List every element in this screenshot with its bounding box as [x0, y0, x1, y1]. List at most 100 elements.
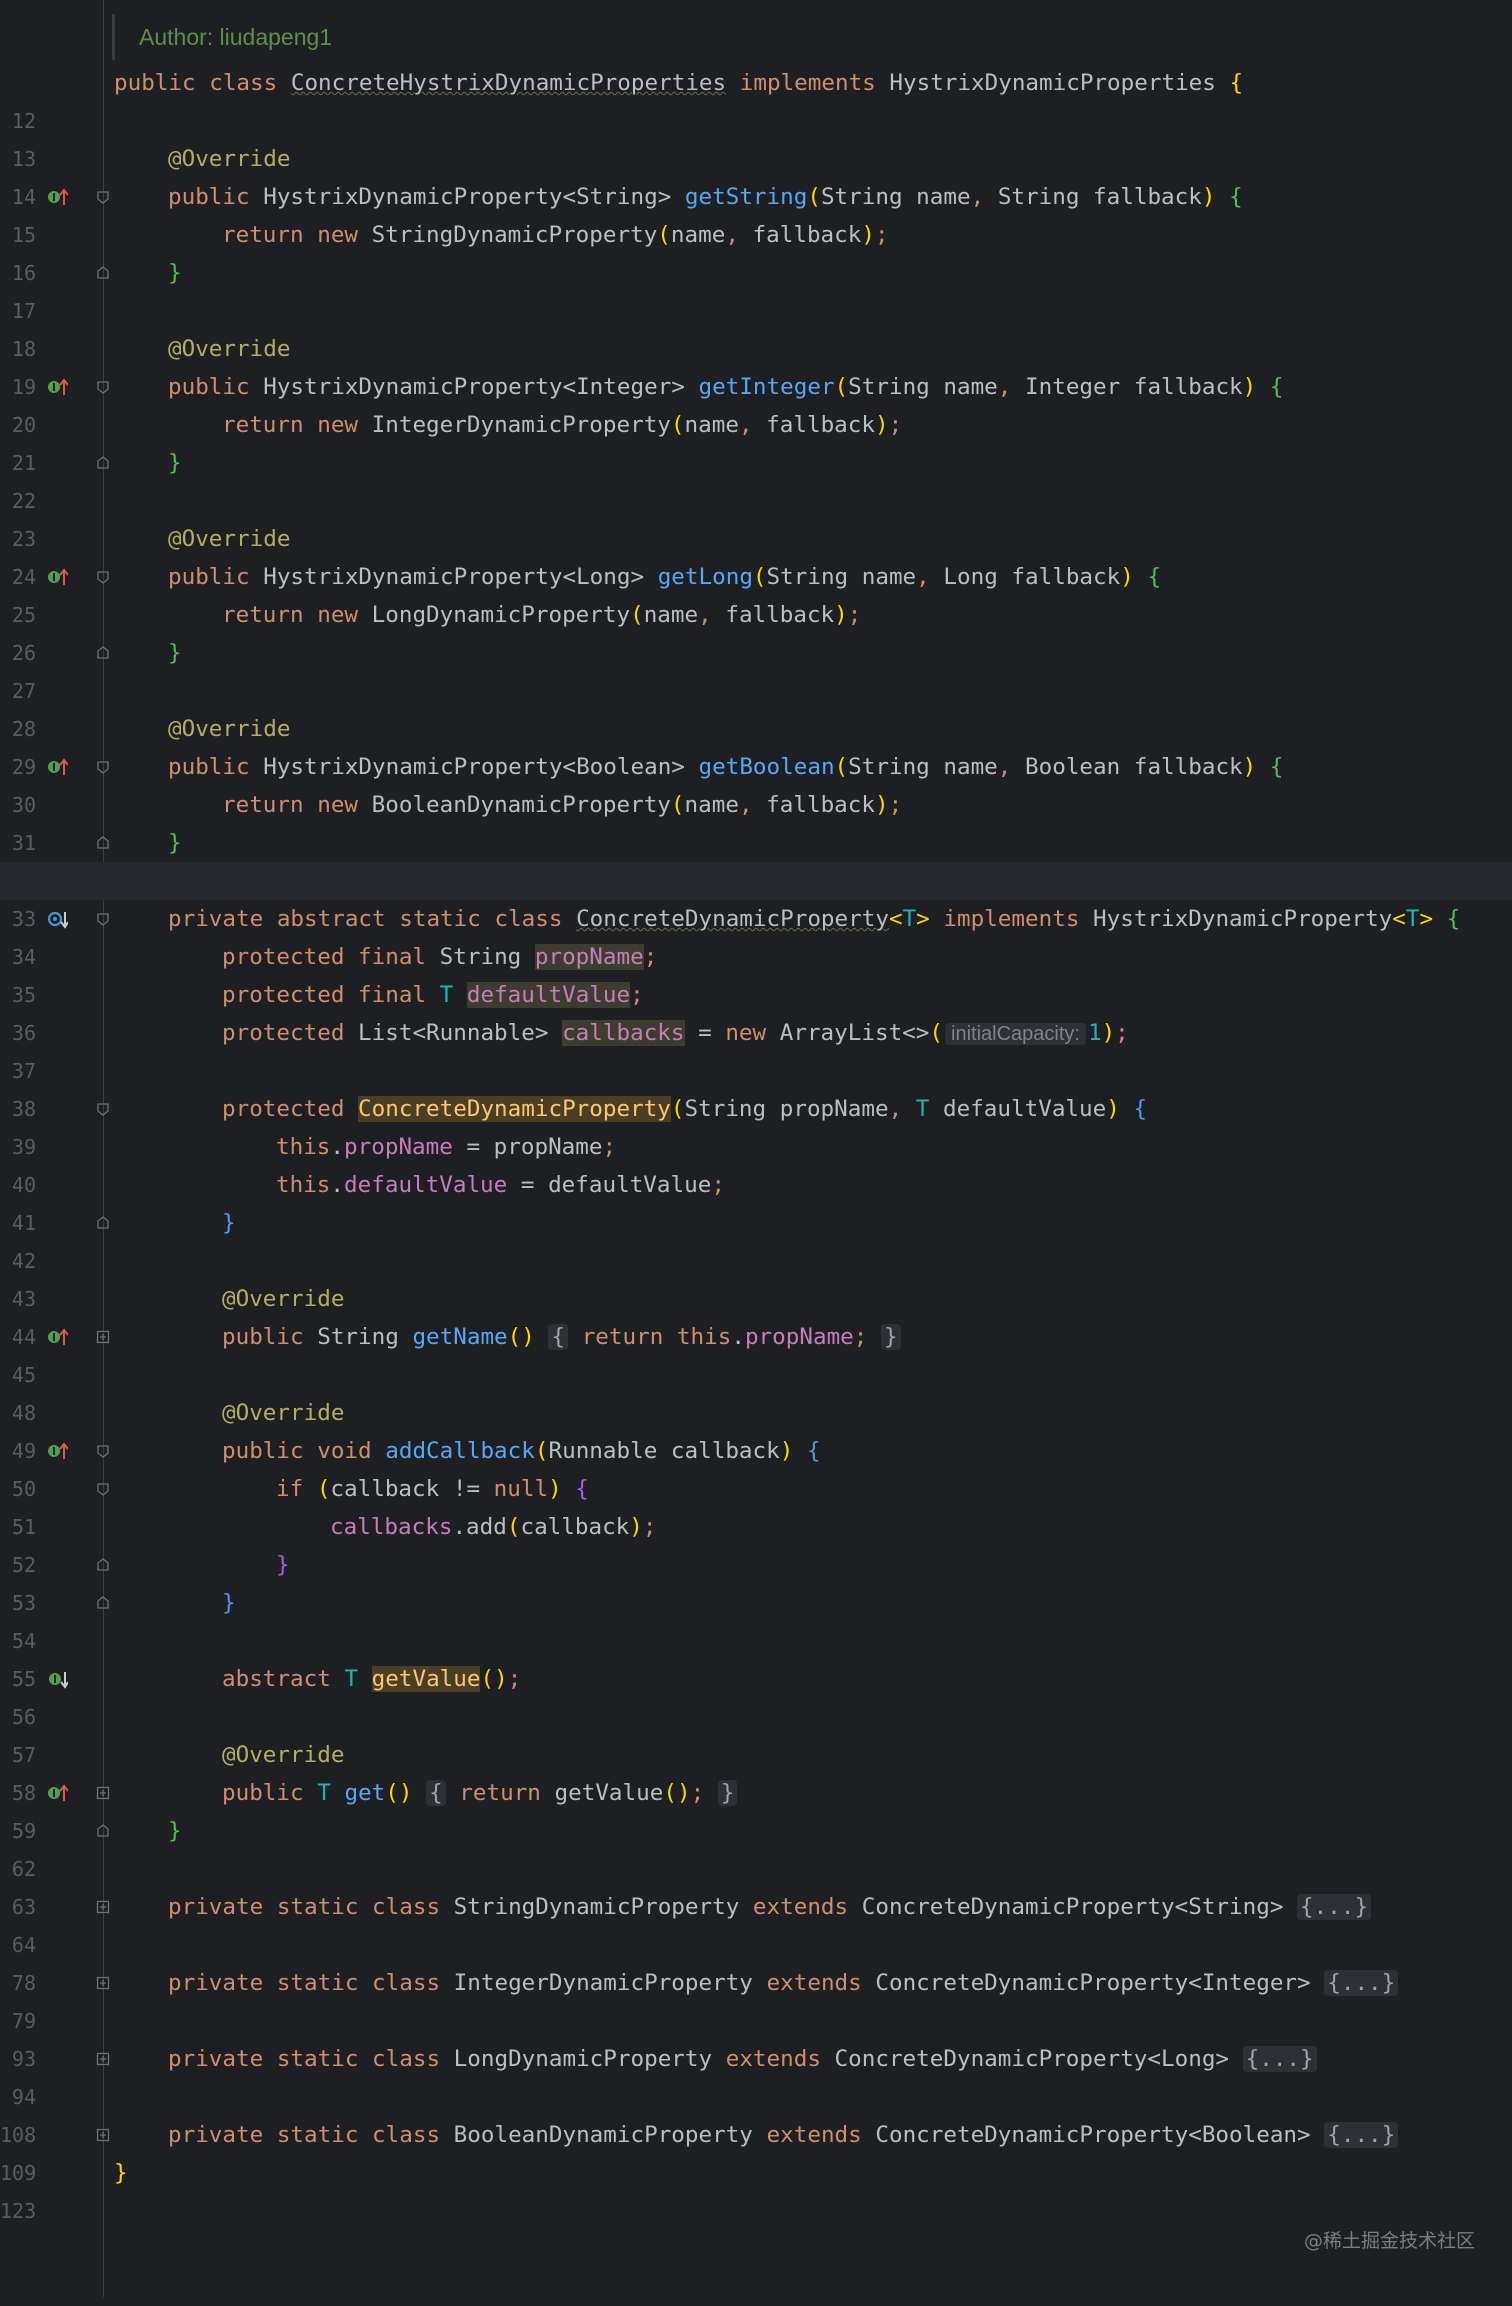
code-line[interactable]: 31 return new BooleanDynamicProperty(nam…: [0, 786, 1512, 855]
code-line[interactable]: 51 if (callback != null) {: [0, 1470, 1512, 1539]
code-line[interactable]: 52 callbacks.add(callback);: [0, 1508, 1512, 1577]
code-line[interactable]: 21 return new IntegerDynamicProperty(nam…: [0, 406, 1512, 475]
fold-end-icon[interactable]: [96, 1216, 110, 1230]
fold-end-icon[interactable]: [96, 266, 110, 280]
code-line[interactable]: 59 public T get() { return getValue(); }: [0, 1774, 1512, 1843]
code-line[interactable]: 15 public HystrixDynamicProperty<String>…: [0, 178, 1512, 247]
code-line[interactable]: 50 public void addCallback(Runnable call…: [0, 1432, 1512, 1501]
code-line[interactable]: 63: [0, 1850, 1512, 1919]
unfold-icon[interactable]: [96, 1900, 110, 1914]
code-line[interactable]: 18: [0, 292, 1512, 361]
code-line[interactable]: 49 @Override: [0, 1394, 1512, 1463]
code-line[interactable]: 41 this.defaultValue = defaultValue;: [0, 1166, 1512, 1235]
code-line[interactable]: 54 }: [0, 1584, 1512, 1653]
code-line[interactable]: 25 public HystrixDynamicProperty<Long> g…: [0, 558, 1512, 627]
code-line[interactable]: 123 }: [0, 2154, 1512, 2223]
author-inlay-hint[interactable]: Author: liudapeng1: [112, 14, 332, 60]
unfold-icon[interactable]: [96, 1976, 110, 1990]
fold-end-icon[interactable]: [96, 456, 110, 470]
code-line[interactable]: 39 protected ConcreteDynamicProperty(Str…: [0, 1090, 1512, 1159]
code-line[interactable]: 17 }: [0, 254, 1512, 323]
code-line[interactable]: 55: [0, 1622, 1512, 1691]
code-line[interactable]: 20 public HystrixDynamicProperty<Integer…: [0, 368, 1512, 437]
unfold-icon[interactable]: [96, 2052, 110, 2066]
override-gutter-icon[interactable]: [47, 1327, 68, 1347]
override-gutter-icon[interactable]: [47, 187, 68, 207]
code-line[interactable]: 19 @Override: [0, 330, 1512, 399]
line-code: }: [222, 1590, 236, 1616]
code-line[interactable]: 13: [0, 102, 1512, 171]
code-line[interactable]: 78: [0, 1926, 1512, 1995]
unfold-icon[interactable]: [96, 1786, 110, 1800]
code-line[interactable]: 42 }: [0, 1204, 1512, 1273]
code-line[interactable]: 22 }: [0, 444, 1512, 513]
fold-end-icon[interactable]: [96, 1824, 110, 1838]
code-line[interactable]: 16 return new StringDynamicProperty(name…: [0, 216, 1512, 285]
code-line[interactable]: 23: [0, 482, 1512, 551]
code-line[interactable]: 14 @Override: [0, 140, 1512, 209]
fold-icon[interactable]: [96, 190, 110, 204]
code-line[interactable]: 79 private static class IntegerDynamicPr…: [0, 1964, 1512, 2033]
code-line[interactable]: 36 protected final T defaultValue;: [0, 976, 1512, 1045]
code-line[interactable]: 57: [0, 1698, 1512, 1767]
fold-icon[interactable]: [96, 1102, 110, 1116]
implemented-gutter-icon[interactable]: [47, 909, 68, 929]
line-code: this.defaultValue = defaultValue;: [276, 1172, 725, 1198]
fold-end-icon[interactable]: [96, 646, 110, 660]
override-gutter-icon[interactable]: [47, 1441, 68, 1461]
code-line[interactable]: 34 private abstract static class Concret…: [0, 900, 1512, 969]
code-line[interactable]: 94 private static class LongDynamicPrope…: [0, 2040, 1512, 2109]
code-line[interactable]: 12 public class ConcreteHystrixDynamicPr…: [0, 64, 1512, 133]
line-number: 123: [0, 2199, 37, 2223]
code-line[interactable]: 44 @Override: [0, 1280, 1512, 1349]
code-line[interactable]: 48: [0, 1356, 1512, 1425]
code-line[interactable]: 58 @Override: [0, 1736, 1512, 1805]
code-line[interactable]: 28: [0, 672, 1512, 741]
fold-icon[interactable]: [96, 380, 110, 394]
fold-icon[interactable]: [96, 912, 110, 926]
fold-end-icon[interactable]: [96, 1596, 110, 1610]
code-line[interactable]: 29 @Override: [0, 710, 1512, 779]
unfold-icon[interactable]: [96, 1330, 110, 1344]
code-line[interactable]: 56 abstract T getValue();: [0, 1660, 1512, 1729]
code-line[interactable]: 24 @Override: [0, 520, 1512, 589]
line-code: private static class StringDynamicProper…: [168, 1888, 1372, 1926]
override-gutter-icon[interactable]: [47, 757, 68, 777]
code-line[interactable]: 37 protected List<Runnable> callbacks = …: [0, 1014, 1512, 1083]
implemented-by-gutter-icon[interactable]: [47, 1669, 68, 1689]
fold-icon[interactable]: [96, 1444, 110, 1458]
line-code: }: [168, 260, 182, 286]
code-line[interactable]: 38: [0, 1052, 1512, 1121]
code-line[interactable]: 40 this.propName = propName;: [0, 1128, 1512, 1197]
code-line[interactable]: 45 public String getName() { return this…: [0, 1318, 1512, 1387]
override-gutter-icon[interactable]: [47, 1783, 68, 1803]
code-line[interactable]: 26 return new LongDynamicProperty(name, …: [0, 596, 1512, 665]
folded-block: {...}: [1324, 1970, 1399, 1996]
override-gutter-icon[interactable]: [47, 567, 68, 587]
line-code: }: [114, 2160, 128, 2186]
unfold-icon[interactable]: [96, 2128, 110, 2142]
code-line[interactable]: 93: [0, 2002, 1512, 2071]
line-code: @Override: [168, 526, 291, 552]
code-line[interactable]: 62 }: [0, 1812, 1512, 1881]
fold-icon[interactable]: [96, 760, 110, 774]
code-line[interactable]: 53 }: [0, 1546, 1512, 1615]
fold-end-icon[interactable]: [96, 1558, 110, 1572]
folded-block: {...}: [1242, 2046, 1317, 2072]
code-line[interactable]: 108: [0, 2078, 1512, 2147]
line-code: @Override: [222, 1286, 345, 1312]
fold-icon[interactable]: [96, 1482, 110, 1496]
fold-end-icon[interactable]: [96, 836, 110, 850]
override-gutter-icon[interactable]: [47, 377, 68, 397]
code-line[interactable]: 109 private static class BooleanDynamicP…: [0, 2116, 1512, 2185]
fold-icon[interactable]: [96, 570, 110, 584]
code-line[interactable]: 43: [0, 1242, 1512, 1311]
code-editor[interactable]: Author: liudapeng1 12 public class Concr…: [0, 0, 1512, 2297]
code-line[interactable]: 32 }: [0, 824, 1512, 893]
line-code: @Override: [168, 716, 291, 742]
code-line[interactable]: 30 public HystrixDynamicProperty<Boolean…: [0, 748, 1512, 817]
code-line[interactable]: 27 }: [0, 634, 1512, 703]
code-line[interactable]: 35 protected final String propName;: [0, 938, 1512, 1007]
code-line-current[interactable]: 33: [0, 862, 1512, 931]
code-line[interactable]: 64 private static class StringDynamicPro…: [0, 1888, 1512, 1957]
